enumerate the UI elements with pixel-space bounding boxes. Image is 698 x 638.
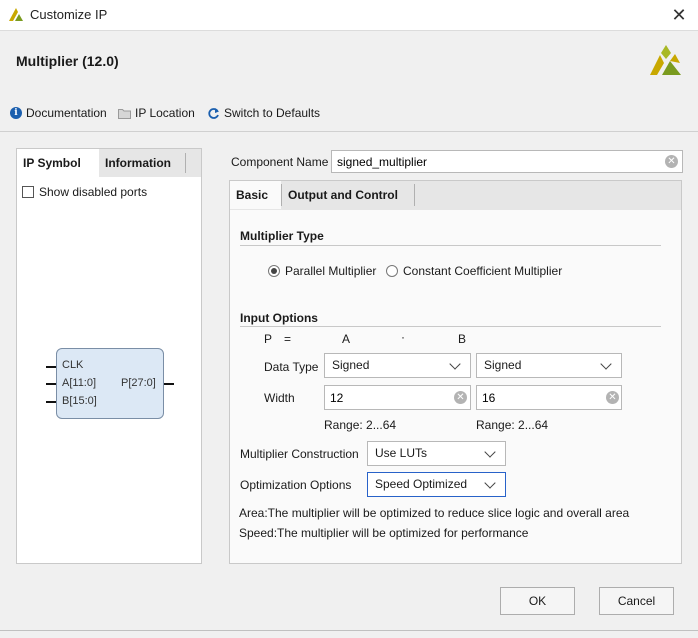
tab-divider xyxy=(414,184,415,206)
ip-location-button[interactable]: IP Location xyxy=(118,105,195,121)
tab-basic[interactable]: Basic xyxy=(230,181,281,209)
pin-b xyxy=(46,401,56,403)
optimization-options-label: Optimization Options xyxy=(240,478,352,492)
multiplier-type-title: Multiplier Type xyxy=(240,229,324,243)
width-b-input[interactable] xyxy=(476,385,622,410)
show-disabled-ports-label: Show disabled ports xyxy=(39,185,148,199)
width-a-input[interactable] xyxy=(324,385,471,410)
width-b-range: Range: 2...64 xyxy=(476,418,549,432)
equation-b: B xyxy=(458,332,467,346)
info-icon: i xyxy=(10,107,22,119)
data-type-a-select[interactable]: Signed xyxy=(324,353,471,378)
speed-note: Speed:The multiplier will be optimized f… xyxy=(239,526,529,540)
multiplier-construction-label: Multiplier Construction xyxy=(240,447,359,461)
pin-a xyxy=(46,383,56,385)
ok-button[interactable]: OK xyxy=(500,587,575,615)
clear-icon[interactable]: ✕ xyxy=(606,391,619,404)
clear-icon[interactable]: ✕ xyxy=(454,391,467,404)
cancel-button[interactable]: Cancel xyxy=(599,587,674,615)
section-divider xyxy=(240,245,661,246)
tab-output-and-control[interactable]: Output and Control xyxy=(282,181,412,209)
equation-a: A xyxy=(342,332,351,346)
left-tab-bar: IP Symbol Information xyxy=(17,149,201,177)
tab-ip-symbol[interactable]: IP Symbol xyxy=(17,149,99,177)
area-note: Area:The multiplier will be optimized to… xyxy=(239,506,630,520)
tab-information[interactable]: Information xyxy=(99,149,185,177)
radio-selected-icon[interactable] xyxy=(268,265,280,277)
input-options-title: Input Options xyxy=(240,311,318,325)
tab-divider xyxy=(185,153,186,173)
equation-p: P xyxy=(264,332,273,346)
optimization-options-value: Speed Optimized xyxy=(375,477,468,491)
bottom-border xyxy=(0,630,698,631)
port-label: B[15:0] xyxy=(62,395,97,407)
parallel-multiplier-label: Parallel Multiplier xyxy=(285,264,377,278)
switch-to-defaults-label: Switch to Defaults xyxy=(224,106,321,120)
parallel-multiplier-radio[interactable]: Parallel Multiplier xyxy=(268,264,376,278)
data-type-label: Data Type xyxy=(264,360,319,374)
switch-to-defaults-button[interactable]: Switch to Defaults xyxy=(207,105,320,121)
component-name-label: Component Name xyxy=(231,155,329,169)
equation-multiply-dot: · xyxy=(401,330,405,344)
multiplier-construction-value: Use LUTs xyxy=(375,446,428,460)
vivado-brand-logo-icon xyxy=(650,45,681,75)
pin-clk xyxy=(46,366,56,368)
close-icon[interactable]: ✕ xyxy=(668,4,690,26)
folder-icon xyxy=(118,108,131,119)
width-label: Width xyxy=(264,391,295,405)
equation-equals: = xyxy=(284,332,292,346)
data-type-b-select[interactable]: Signed xyxy=(476,353,622,378)
data-type-b-value: Signed xyxy=(484,358,522,372)
constant-coefficient-multiplier-label: Constant Coefficient Multiplier xyxy=(403,264,563,278)
component-name-input[interactable] xyxy=(331,150,683,173)
right-tab-bar: Basic Output and Control xyxy=(230,181,681,210)
radio-unselected-icon[interactable] xyxy=(386,265,398,277)
clear-icon[interactable]: ✕ xyxy=(665,155,678,168)
window-title: Customize IP xyxy=(30,7,108,22)
constant-coefficient-multiplier-radio[interactable]: Constant Coefficient Multiplier xyxy=(386,264,562,278)
port-label: A[11:0] xyxy=(62,377,97,389)
documentation-button[interactable]: i Documentation xyxy=(10,105,107,121)
documentation-label: Documentation xyxy=(26,106,107,120)
pin-p xyxy=(164,383,174,385)
port-label: CLK xyxy=(62,359,84,371)
refresh-icon xyxy=(208,107,219,119)
ip-name-title: Multiplier (12.0) xyxy=(16,53,119,69)
vivado-logo-icon xyxy=(9,8,23,21)
width-a-range: Range: 2...64 xyxy=(324,418,397,432)
toolbar-divider xyxy=(0,131,698,132)
show-disabled-ports-checkbox[interactable]: Show disabled ports xyxy=(22,185,147,199)
port-label: P[27:0] xyxy=(121,377,156,389)
checkbox-box[interactable] xyxy=(22,186,34,198)
ip-location-label: IP Location xyxy=(135,106,195,120)
section-divider xyxy=(240,326,661,327)
data-type-a-value: Signed xyxy=(332,358,370,372)
